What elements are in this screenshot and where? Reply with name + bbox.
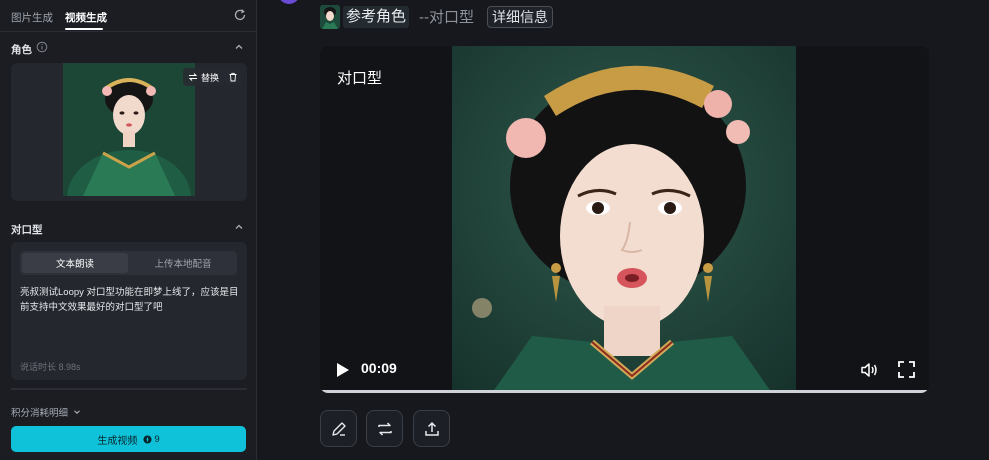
page-title: 参考角色: [343, 6, 410, 28]
tab-image-generation[interactable]: 图片生成: [11, 10, 53, 25]
video-player[interactable]: 对口型 00:09: [320, 46, 929, 393]
generate-video-button[interactable]: 生成视频 9: [11, 426, 246, 452]
points-detail-label: 积分消耗明细: [11, 408, 69, 419]
lipsync-card: 文本朗读 上传本地配音 亮叔测试Loopy 对口型功能在即梦上线了，应该是目前支…: [11, 242, 247, 380]
scroll-divider: [11, 388, 247, 390]
detail-info-button[interactable]: 详细信息: [487, 6, 553, 28]
chevron-up-icon[interactable]: [233, 221, 245, 233]
character-card: 替换: [11, 63, 247, 201]
reference-avatar: [320, 5, 340, 29]
delete-button[interactable]: [225, 69, 241, 85]
cost-badge: 9: [143, 433, 160, 445]
character-thumbnail: [63, 63, 195, 196]
play-icon[interactable]: [336, 362, 350, 378]
fullscreen-icon[interactable]: [898, 361, 915, 378]
points-detail-toggle[interactable]: 积分消耗明细: [11, 405, 82, 419]
video-progress-bar[interactable]: [320, 390, 929, 393]
info-icon[interactable]: [36, 41, 48, 53]
video-progress-fill: [320, 390, 929, 393]
upload-icon: [424, 421, 439, 436]
volume-icon[interactable]: [860, 361, 878, 379]
video-time: 00:09: [361, 360, 397, 376]
left-panel: 图片生成 视频生成 角色 替换 对口型 文本朗读 上传本地配音 亮叔测试Loop…: [0, 0, 257, 460]
edit-icon: [331, 421, 346, 436]
active-tab-indicator: [65, 28, 103, 30]
mode-upload-audio[interactable]: 上传本地配音: [130, 253, 236, 273]
trash-icon: [229, 72, 237, 82]
page-subtitle: --对口型: [419, 9, 474, 26]
role-section-title: 角色: [11, 44, 32, 56]
edit-button[interactable]: [320, 410, 357, 447]
role-section-header: 角色: [11, 40, 247, 56]
tab-video-generation[interactable]: 视频生成: [65, 10, 107, 25]
chevron-up-icon[interactable]: [233, 41, 245, 53]
replace-button[interactable]: 替换: [183, 68, 226, 86]
mode-text-to-speech[interactable]: 文本朗读: [22, 253, 128, 273]
video-overlay-label: 对口型: [337, 70, 383, 87]
cost-value: 9: [154, 433, 160, 445]
swap-icon: [188, 73, 198, 81]
generate-label: 生成视频: [97, 435, 138, 447]
share-button[interactable]: [413, 410, 450, 447]
points-icon: [143, 434, 152, 444]
app-root: 图片生成 视频生成 角色 替换 对口型 文本朗读 上传本地配音 亮叔测试Loop…: [0, 0, 989, 460]
chevron-down-icon: [74, 410, 80, 414]
lipsync-section-header: 对口型: [11, 220, 247, 236]
replace-label: 替换: [201, 72, 220, 83]
audio-mode-toggle: 文本朗读 上传本地配音: [20, 251, 237, 275]
loop-icon: [377, 421, 392, 436]
video-frame: [452, 46, 796, 393]
regenerate-button[interactable]: [366, 410, 403, 447]
speech-duration: 说话时长 8.98s: [20, 362, 81, 372]
speech-text-input[interactable]: 亮叔测试Loopy 对口型功能在即梦上线了，应该是目前支持中文效果最好的对口型了…: [20, 285, 240, 315]
refresh-icon[interactable]: [233, 8, 247, 22]
mode-tabs: 图片生成 视频生成: [0, 0, 257, 32]
lipsync-section-title: 对口型: [11, 224, 43, 236]
